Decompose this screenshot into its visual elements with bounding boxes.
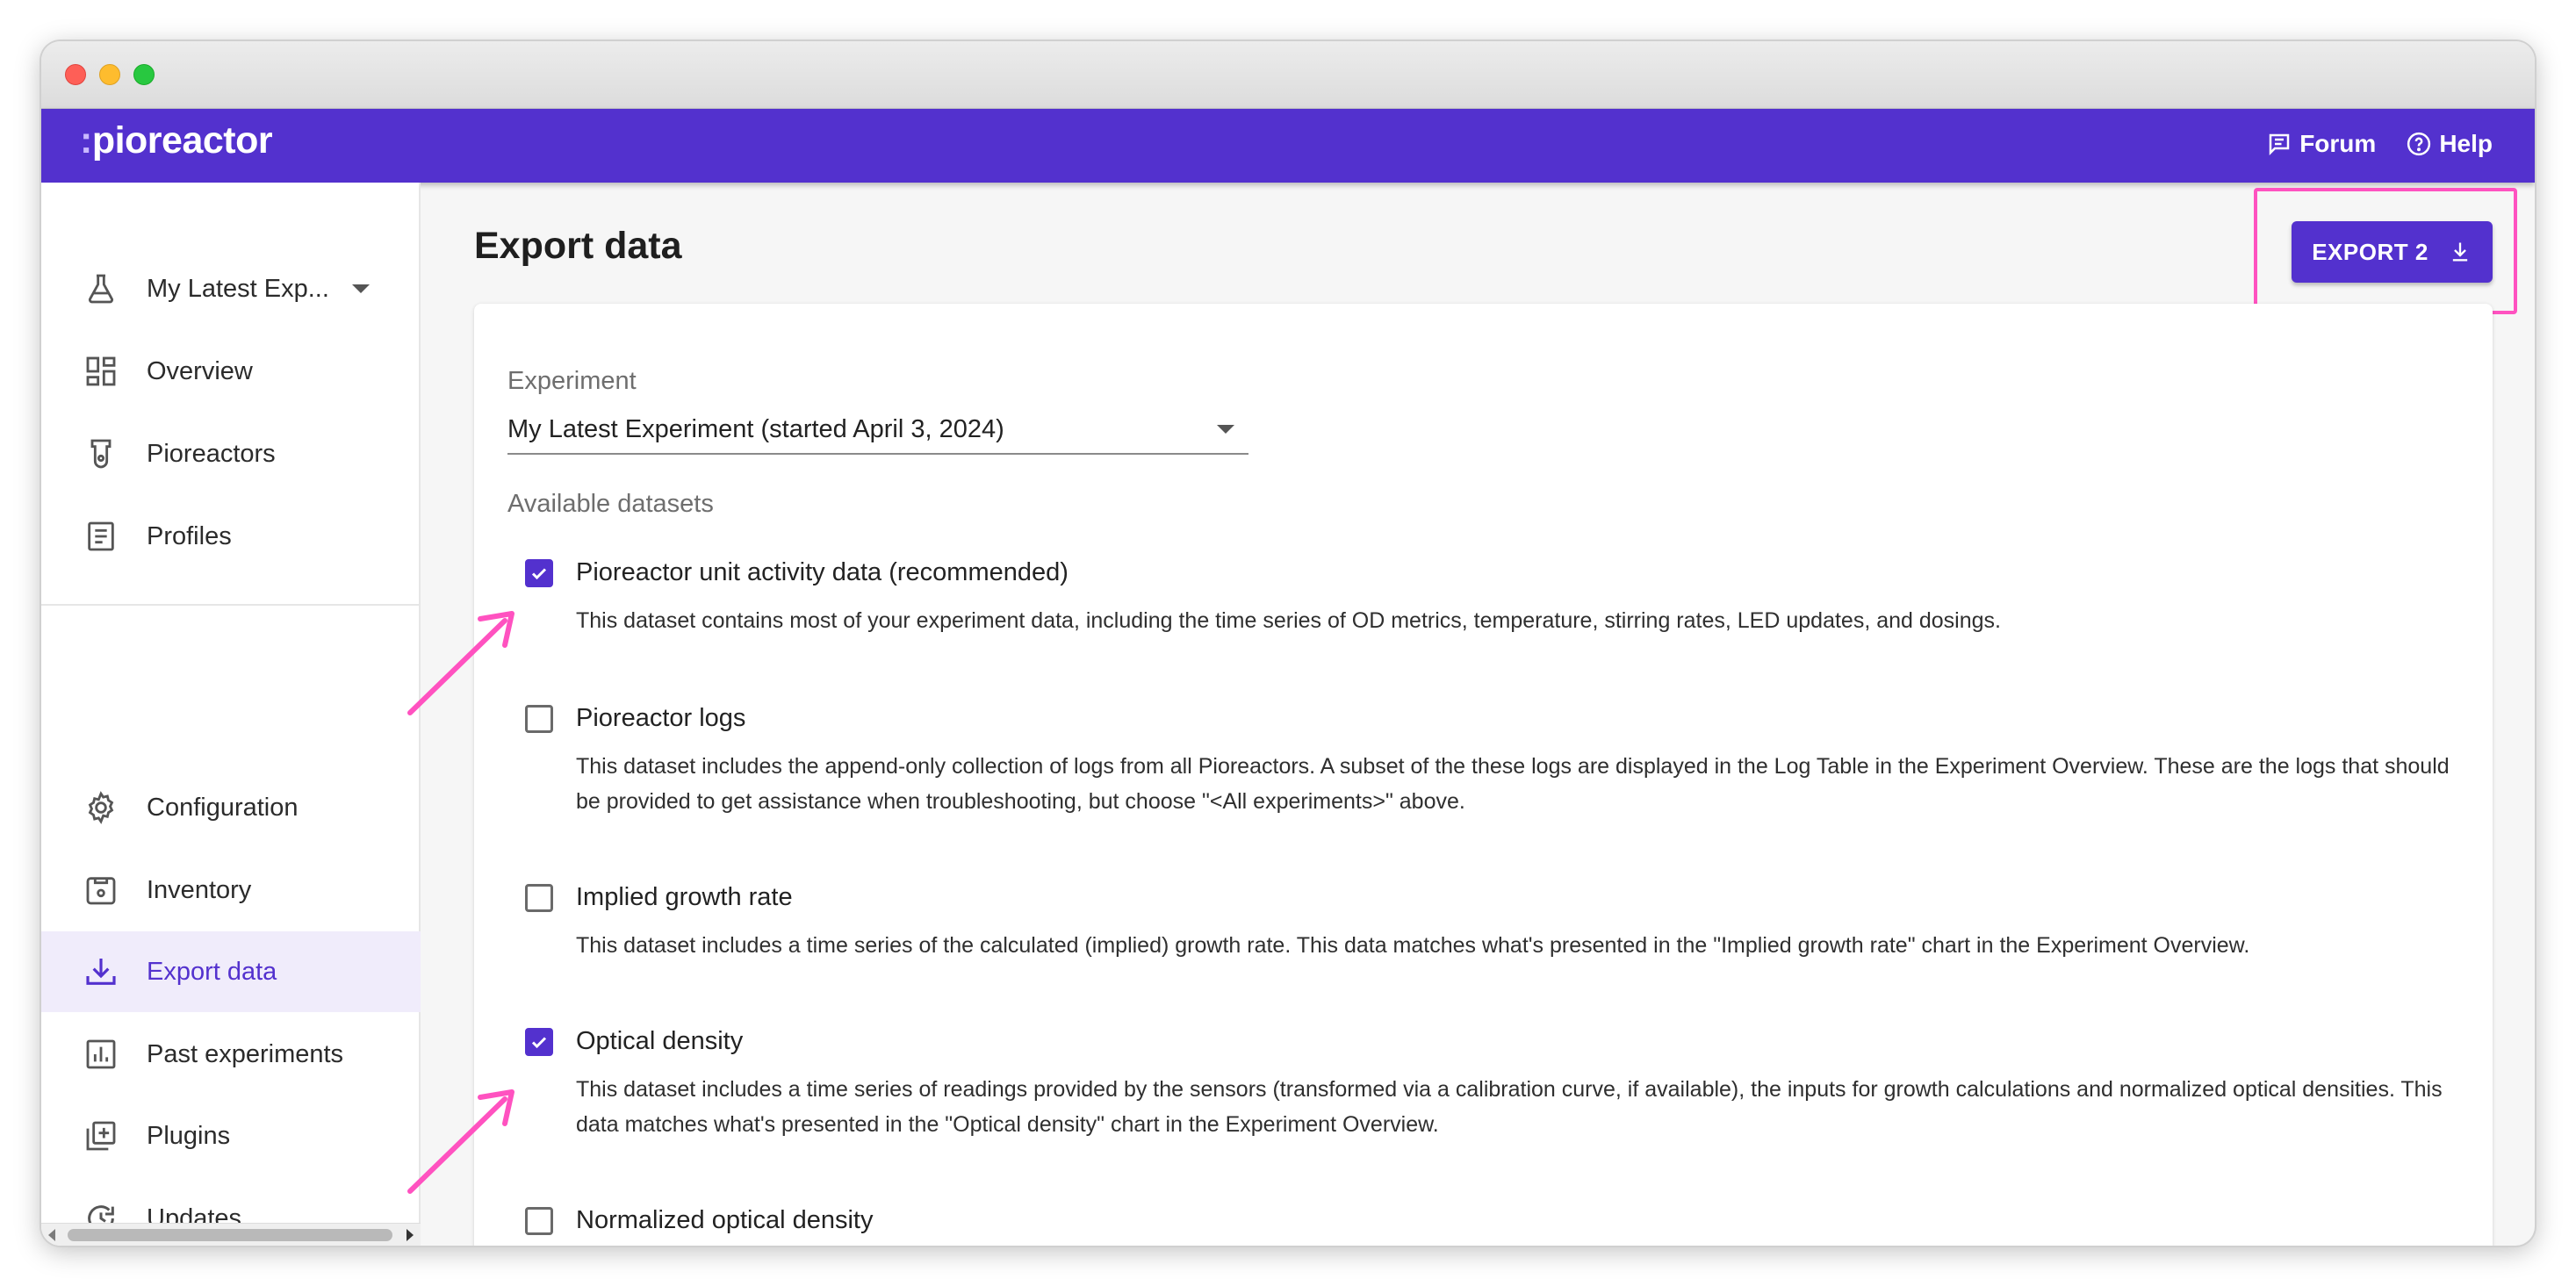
experiment-select-value: My Latest Experiment (started April 3, 2… [507,414,1004,443]
sidebar-item-inventory[interactable]: Inventory [41,850,421,930]
dataset-name: Normalized optical density [576,1206,874,1234]
dataset-checkbox[interactable] [525,883,553,912]
dataset-option: Normalized optical density [525,1206,2474,1235]
help-link[interactable]: Help [2406,130,2493,158]
top-nav: Forum Help [2266,130,2493,158]
annotation-arrow-icon [407,611,514,715]
main-content: Export data EXPORT 2 Experiment My Lates… [421,183,2535,1246]
dataset-description: This dataset contains most of your exper… [576,608,2001,633]
sidebar-horizontal-scrollbar[interactable] [41,1223,421,1246]
dataset-option: Optical density This dataset includes a … [525,1027,2474,1142]
gear-icon [82,788,120,827]
minimize-window-button[interactable] [99,64,120,85]
dataset-name: Optical density [576,1027,744,1055]
sidebar-item-label: Plugins [147,1121,231,1150]
forum-link[interactable]: Forum [2266,130,2376,158]
help-link-label: Help [2439,130,2493,157]
forum-link-label: Forum [2299,130,2377,157]
datasets-section-label: Available datasets [507,490,714,518]
chevron-down-icon [351,284,370,293]
experiment-select[interactable]: My Latest Experiment (started April 3, 2… [507,406,1248,455]
experiment-selector-label: My Latest Exp... [147,274,329,303]
annotation-arrow-icon [407,1089,514,1194]
experiment-selector[interactable]: My Latest Exp... [41,248,421,329]
sidebar-item-label: Overview [147,356,253,385]
plugin-icon [82,1117,120,1155]
sidebar-item-pioreactors[interactable]: Pioreactors [41,413,421,494]
dataset-description: This dataset includes a time series of r… [576,1077,2443,1137]
sidebar-item-overview[interactable]: Overview [41,331,421,412]
chevron-down-icon [1217,425,1234,434]
dashboard-icon [82,352,120,391]
help-icon [2407,132,2431,156]
scrollbar-thumb[interactable] [68,1229,392,1241]
app-window: :pioreactor Forum Help My Latest Exp... … [41,41,2535,1246]
dataset-name: Pioreactor unit activity data (recommend… [576,558,1069,586]
pioreactor-icon [82,435,120,473]
dataset-name: Implied growth rate [576,883,793,911]
dataset-option: Pioreactor logs This dataset includes th… [525,704,2474,819]
sidebar-divider [41,604,421,606]
flask-icon [82,269,120,308]
scroll-left-arrow-icon[interactable] [48,1229,55,1241]
scroll-right-arrow-icon[interactable] [407,1229,414,1241]
export-button[interactable]: EXPORT 2 [2292,221,2493,283]
export-button-label: EXPORT 2 [2312,238,2428,265]
dataset-option: Pioreactor unit activity data (recommend… [525,558,2474,638]
page-title: Export data [474,225,682,267]
profiles-icon [82,517,120,556]
sidebar-item-plugins[interactable]: Plugins [41,1096,421,1176]
sidebar-item-label: Inventory [147,875,252,904]
title-bar [41,41,2535,109]
sidebar-item-configuration[interactable]: Configuration [41,767,421,848]
dataset-name: Pioreactor logs [576,704,746,732]
pioreactor-logo[interactable]: :pioreactor [80,119,273,162]
sidebar: My Latest Exp... Overview Pioreactors Pr… [41,183,421,1246]
logo-prefix: : [80,119,92,162]
forum-icon [2269,133,2290,156]
sidebar-item-past-experiments[interactable]: Past experiments [41,1014,421,1095]
chart-icon [82,1035,120,1074]
logo-text: pioreactor [91,119,273,162]
sidebar-item-label: Export data [147,957,277,986]
sidebar-item-label: Profiles [147,521,232,550]
inventory-icon [82,871,120,909]
sidebar-item-label: Past experiments [147,1039,344,1068]
export-card: Experiment My Latest Experiment (started… [474,304,2493,1246]
zoom-window-button[interactable] [133,64,155,85]
sidebar-item-label: Configuration [147,793,299,822]
download-icon [2452,242,2467,262]
app-bar: :pioreactor Forum Help [41,109,2535,183]
sidebar-item-profiles[interactable]: Profiles [41,496,421,577]
experiment-field-label: Experiment [507,367,637,395]
dataset-description: This dataset includes the append-only co… [576,754,2450,814]
sidebar-item-label: Pioreactors [147,439,276,468]
sidebar-item-export-data[interactable]: Export data [41,931,421,1012]
download-icon [82,952,120,991]
close-window-button[interactable] [65,64,86,85]
dataset-option: Implied growth rate This dataset include… [525,883,2474,963]
dataset-description: This dataset includes a time series of t… [576,933,2250,958]
